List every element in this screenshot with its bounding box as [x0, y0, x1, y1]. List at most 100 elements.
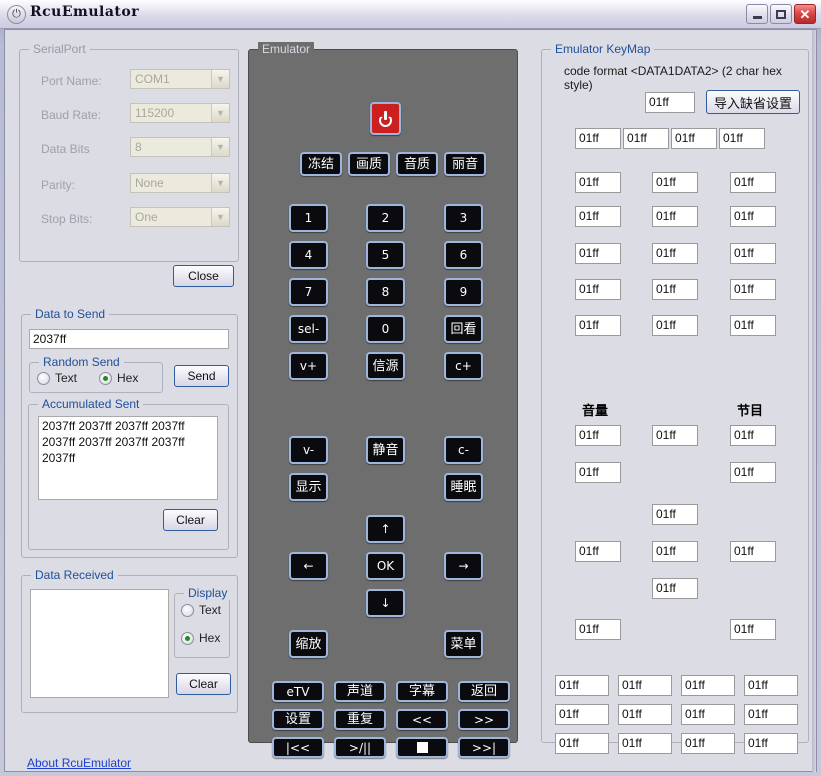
remote-key-settings[interactable]: 设置 — [272, 709, 324, 730]
remote-key-volume-up[interactable]: v+ — [289, 352, 328, 380]
keymap-field-key-5[interactable]: 01ff — [652, 206, 698, 227]
remote-key-sleep[interactable]: 睡眠 — [444, 473, 483, 501]
keymap-field-key-6[interactable]: 01ff — [730, 206, 776, 227]
keymap-field-key-9[interactable]: 01ff — [730, 243, 776, 264]
remote-key-rewind[interactable]: << — [396, 709, 448, 730]
display-hex-radio[interactable]: Hex — [181, 631, 220, 645]
remote-key-repeat[interactable]: 重复 — [334, 709, 386, 730]
remote-key-up[interactable]: ↑ — [366, 515, 405, 543]
close-button[interactable]: ✕ — [794, 4, 816, 24]
maximize-button[interactable] — [770, 4, 792, 24]
keymap-field-key-3[interactable]: 01ff — [730, 172, 776, 193]
keymap-field-etv[interactable]: 01ff — [555, 675, 609, 696]
keymap-field-key-8[interactable]: 01ff — [652, 243, 698, 264]
remote-key-volume-down[interactable]: v- — [289, 436, 328, 464]
remote-key-stop[interactable] — [396, 737, 448, 758]
remote-key-menu[interactable]: 菜单 — [444, 630, 483, 658]
remote-key-replay[interactable]: 回看 — [444, 315, 483, 343]
remote-key-subtitle[interactable]: 字幕 — [396, 681, 448, 702]
data-bits-combo[interactable]: 8 ▼ — [130, 137, 230, 157]
keymap-field-mute[interactable]: 01ff — [652, 425, 698, 446]
remote-key-previous[interactable]: |<< — [272, 737, 324, 758]
remote-key-mute[interactable]: 静音 — [366, 436, 405, 464]
keymap-field-channel-down[interactable]: 01ff — [730, 425, 776, 446]
keymap-field-subtitle[interactable]: 01ff — [681, 675, 735, 696]
random-send-text-radio[interactable]: Text — [37, 371, 77, 385]
remote-key-1[interactable]: 1 — [289, 204, 328, 232]
keymap-field-stop[interactable]: 01ff — [681, 733, 735, 754]
remote-key-down[interactable]: ↓ — [366, 589, 405, 617]
remote-freeze-button[interactable]: 冻结 — [300, 152, 342, 176]
remote-key-4[interactable]: 4 — [289, 241, 328, 269]
keymap-field-volume-down[interactable]: 01ff — [575, 425, 621, 446]
keymap-field-key-2[interactable]: 01ff — [652, 172, 698, 193]
keymap-field-key-1[interactable]: 01ff — [575, 172, 621, 193]
keymap-field-key-4[interactable]: 01ff — [575, 206, 621, 227]
remote-key-6[interactable]: 6 — [444, 241, 483, 269]
random-send-hex-radio[interactable]: Hex — [99, 371, 138, 385]
data-to-send-input[interactable]: 2037ff — [29, 329, 229, 349]
keymap-field-key-0[interactable]: 01ff — [652, 279, 698, 300]
remote-key-back[interactable]: 返回 — [458, 681, 510, 702]
remote-key-right[interactable]: → — [444, 552, 483, 580]
keymap-field-rewind[interactable]: 01ff — [681, 704, 735, 725]
remote-key-select-minus[interactable]: sel- — [289, 315, 328, 343]
keymap-field-repeat[interactable]: 01ff — [618, 704, 672, 725]
send-button[interactable]: Send — [174, 365, 229, 387]
keymap-field-key-select-minus[interactable]: 01ff — [575, 279, 621, 300]
remote-key-9[interactable]: 9 — [444, 278, 483, 306]
keymap-field-picture-quality[interactable]: 01ff — [623, 128, 669, 149]
remote-key-5[interactable]: 5 — [366, 241, 405, 269]
keymap-field-source[interactable]: 01ff — [652, 315, 698, 336]
keymap-field-fast-forward[interactable]: 01ff — [744, 704, 798, 725]
keymap-field-sound-quality[interactable]: 01ff — [671, 128, 717, 149]
about-link[interactable]: About RcuEmulator — [27, 756, 131, 770]
remote-key-zoom[interactable]: 缩放 — [289, 630, 328, 658]
import-defaults-button[interactable]: 导入缺省设置 — [706, 90, 800, 114]
keymap-field-power[interactable]: 01ff — [645, 92, 695, 113]
clear-sent-button[interactable]: Clear — [163, 509, 218, 531]
keymap-field-next[interactable]: 01ff — [744, 733, 798, 754]
keymap-field-channel-up[interactable]: 01ff — [730, 315, 776, 336]
baud-rate-combo[interactable]: 115200 ▼ — [130, 103, 230, 123]
keymap-field-back[interactable]: 01ff — [744, 675, 798, 696]
keymap-field-volume-up[interactable]: 01ff — [575, 315, 621, 336]
remote-key-7[interactable]: 7 — [289, 278, 328, 306]
remote-key-source[interactable]: 信源 — [366, 352, 405, 380]
remote-key-next[interactable]: >>| — [458, 737, 510, 758]
remote-key-0[interactable]: 0 — [366, 315, 405, 343]
data-received-textarea[interactable] — [30, 589, 169, 698]
keymap-field-key-7[interactable]: 01ff — [575, 243, 621, 264]
remote-key-2[interactable]: 2 — [366, 204, 405, 232]
remote-key-left[interactable]: ← — [289, 552, 328, 580]
keymap-field-up[interactable]: 01ff — [652, 504, 698, 525]
remote-key-etv[interactable]: eTV — [272, 681, 324, 702]
stop-bits-combo[interactable]: One ▼ — [130, 207, 230, 227]
remote-key-8[interactable]: 8 — [366, 278, 405, 306]
keymap-field-ok[interactable]: 01ff — [652, 541, 698, 562]
keymap-field-play-pause[interactable]: 01ff — [618, 733, 672, 754]
close-serial-button[interactable]: Close — [173, 265, 234, 287]
keymap-field-zoom[interactable]: 01ff — [575, 619, 621, 640]
remote-key-channel-up[interactable]: c+ — [444, 352, 483, 380]
remote-key-channel-down[interactable]: c- — [444, 436, 483, 464]
remote-key-ok[interactable]: OK — [366, 552, 405, 580]
keymap-field-settings[interactable]: 01ff — [555, 704, 609, 725]
keymap-field-down[interactable]: 01ff — [652, 578, 698, 599]
keymap-field-freeze[interactable]: 01ff — [575, 128, 621, 149]
remote-key-play-pause[interactable]: >/|| — [334, 737, 386, 758]
keymap-field-left[interactable]: 01ff — [575, 541, 621, 562]
parity-combo[interactable]: None ▼ — [130, 173, 230, 193]
remote-key-fast-forward[interactable]: >> — [458, 709, 510, 730]
accumulated-sent-textarea[interactable]: 2037ff 2037ff 2037ff 2037ff 2037ff 2037f… — [38, 416, 218, 500]
display-text-radio[interactable]: Text — [181, 603, 221, 617]
remote-key-display[interactable]: 显示 — [289, 473, 328, 501]
port-name-combo[interactable]: COM1 ▼ — [130, 69, 230, 89]
keymap-field-previous[interactable]: 01ff — [555, 733, 609, 754]
clear-received-button[interactable]: Clear — [176, 673, 231, 695]
keymap-field-sleep[interactable]: 01ff — [730, 462, 776, 483]
keymap-field-right[interactable]: 01ff — [730, 541, 776, 562]
remote-power-button[interactable] — [370, 102, 401, 135]
keymap-field-display[interactable]: 01ff — [575, 462, 621, 483]
remote-sound-quality-button[interactable]: 音质 — [396, 152, 438, 176]
